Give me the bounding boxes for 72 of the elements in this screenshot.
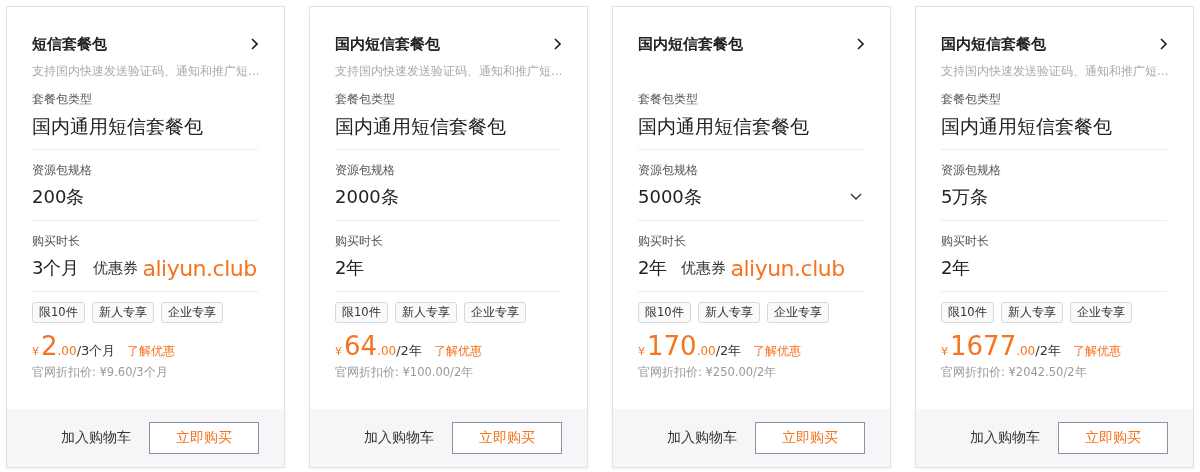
tag: 新人专享: [1000, 302, 1063, 323]
list-price: 官网折扣价: ¥2042.50/2年: [941, 365, 1088, 380]
tag: 限10件: [335, 302, 388, 323]
promo-link[interactable]: 了解优惠: [1072, 343, 1121, 360]
price: ¥2.00/3个月: [32, 331, 116, 361]
list-price: 官网折扣价: ¥100.00/2年: [335, 365, 475, 380]
field-label: 资源包规格: [335, 162, 396, 178]
field-label: 资源包规格: [638, 162, 699, 178]
card-title: 短信套餐包: [32, 34, 107, 54]
add-to-cart-button[interactable]: 加入购物车: [970, 429, 1040, 447]
duration-value: 2年: [638, 256, 668, 280]
add-to-cart-button[interactable]: 加入购物车: [61, 429, 131, 447]
tag: 企业专享: [463, 302, 526, 323]
coupon-site: aliyun.club: [142, 255, 257, 281]
field-label: 套餐包类型: [638, 91, 699, 107]
list-price: 官网折扣价: ¥9.60/3个月: [32, 365, 169, 380]
tag: 企业专享: [766, 302, 829, 323]
coupon-label: 优惠券: [681, 258, 727, 278]
package-type-value: 国内通用短信套餐包: [941, 114, 1113, 139]
promo-link[interactable]: 了解优惠: [753, 343, 802, 360]
coupon-site: aliyun.club: [730, 255, 845, 281]
chevron-right-icon[interactable]: [250, 38, 258, 50]
buy-now-button[interactable]: 立即购买: [755, 422, 865, 454]
tag: 新人专享: [91, 302, 154, 323]
field-label: 套餐包类型: [32, 91, 93, 107]
package-type-value: 国内通用短信套餐包: [335, 114, 507, 139]
field-label: 购买时长: [941, 233, 990, 249]
price: ¥64.00/2年: [335, 331, 422, 361]
package-type-value: 国内通用短信套餐包: [32, 114, 204, 139]
field-label: 资源包规格: [941, 162, 1002, 178]
card-description: 支持国内快速发送验证码、通知和推广短…: [32, 64, 260, 78]
price: ¥1677.00/2年: [941, 331, 1061, 361]
field-label: 购买时长: [638, 233, 687, 249]
chevron-right-icon[interactable]: [553, 38, 561, 50]
card-title: 国内短信套餐包: [335, 34, 440, 54]
card-title: 国内短信套餐包: [638, 34, 743, 54]
buy-now-button[interactable]: 立即购买: [452, 422, 562, 454]
tag: 新人专享: [697, 302, 760, 323]
tag: 企业专享: [160, 302, 223, 323]
field-label: 套餐包类型: [941, 91, 1002, 107]
chevron-right-icon[interactable]: [856, 38, 864, 50]
field-label: 购买时长: [335, 233, 384, 249]
card-title: 国内短信套餐包: [941, 34, 1046, 54]
list-price: 官网折扣价: ¥250.00/2年: [638, 365, 778, 380]
chevron-right-icon[interactable]: [1159, 38, 1167, 50]
add-to-cart-button[interactable]: 加入购物车: [667, 429, 737, 447]
field-label: 资源包规格: [32, 162, 93, 178]
card-description: 支持国内快速发送验证码、通知和推广短…: [335, 64, 563, 78]
card-description: 支持国内快速发送验证码、通知和推广短…: [941, 64, 1169, 78]
chevron-down-icon[interactable]: [850, 193, 862, 201]
spec-value: 5000条: [638, 185, 702, 209]
coupon-label: 优惠券: [93, 258, 139, 278]
tag: 限10件: [638, 302, 691, 323]
spec-value: 200条: [32, 185, 85, 209]
spec-value: 5万条: [941, 185, 989, 209]
price: ¥170.00/2年: [638, 331, 742, 361]
buy-now-button[interactable]: 立即购买: [1058, 422, 1168, 454]
buy-now-button[interactable]: 立即购买: [149, 422, 259, 454]
add-to-cart-button[interactable]: 加入购物车: [364, 429, 434, 447]
duration-value: 2年: [941, 256, 971, 280]
tag: 企业专享: [1069, 302, 1132, 323]
tag: 限10件: [941, 302, 994, 323]
field-label: 套餐包类型: [335, 91, 396, 107]
promo-link[interactable]: 了解优惠: [433, 343, 482, 360]
spec-value: 2000条: [335, 185, 399, 209]
duration-value: 3个月: [32, 256, 80, 280]
package-type-value: 国内通用短信套餐包: [638, 114, 810, 139]
tag: 限10件: [32, 302, 85, 323]
promo-link[interactable]: 了解优惠: [127, 343, 176, 360]
duration-value: 2年: [335, 256, 365, 280]
field-label: 购买时长: [32, 233, 81, 249]
tag: 新人专享: [394, 302, 457, 323]
